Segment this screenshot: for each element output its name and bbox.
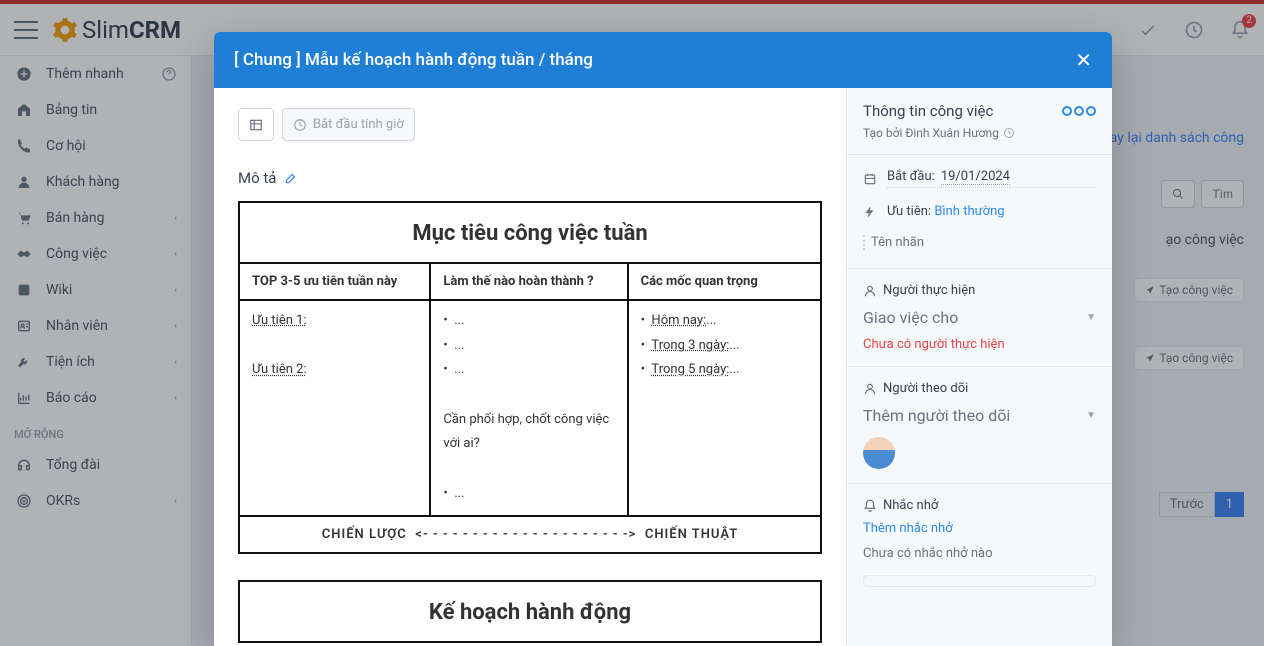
edit-icon[interactable] (284, 171, 298, 185)
add-reminder-link[interactable]: Thêm nhắc nhở (863, 521, 1096, 536)
bullet: • ... (443, 358, 614, 383)
assignee-title: Người thực hiện (863, 283, 1096, 298)
info-title: Thông tin công việc (863, 102, 993, 120)
follower-dropdown[interactable]: Thêm người theo dõi▼ (863, 404, 1096, 427)
close-icon[interactable]: ✕ (1075, 48, 1092, 72)
modal-right-panel: Thông tin công việc Tạo bởi Đinh Xuân Hư… (846, 88, 1112, 646)
coord-question: Cần phối hợp, chốt công việc với ai? (443, 408, 614, 457)
bullet: • ... (443, 334, 614, 359)
comment-box-partial[interactable] (863, 575, 1096, 587)
reminder-title: Nhắc nhở (863, 498, 1096, 513)
description-label: Mô tả (238, 169, 822, 187)
action-plan-table: Kế hoạch hành động (238, 580, 822, 643)
modal-title: [ Chung ] Mẫu kế hoạch hành động tuần / … (234, 50, 593, 70)
modal-left-panel: Bắt đầu tính giờ Mô tả Mục tiêu công việ… (214, 88, 846, 646)
avatar[interactable] (863, 437, 895, 469)
bullet: • ... (443, 309, 614, 334)
start-date-field[interactable]: Bắt đầu: 19/01/2024 (847, 161, 1112, 196)
bullet: • ... (443, 482, 614, 507)
strategy-tactics-row: CHIẾN LƯỢC <- - - - - - - - - - - - - - … (240, 517, 820, 552)
assign-dropdown[interactable]: Giao việc cho▼ (863, 306, 1096, 329)
milestone: • Trong 3 ngày:... (641, 334, 808, 359)
header-col1: TOP 3-5 ưu tiên tuần này (240, 264, 431, 299)
doc-title-2: Kế hoạch hành động (240, 582, 820, 641)
milestone: • Hôm nay:... (641, 309, 808, 334)
label-field[interactable]: Tên nhãn (847, 227, 1112, 258)
bolt-icon (863, 205, 879, 219)
no-reminder-text: Chưa có nhắc nhở nào (863, 546, 1096, 561)
modal-header: [ Chung ] Mẫu kế hoạch hành động tuần / … (214, 32, 1112, 88)
milestone: • Trong 5 ngày:... (641, 358, 808, 383)
follower-title: Người theo dõi (863, 381, 1096, 396)
start-timer-button[interactable]: Bắt đầu tính giờ (282, 108, 415, 141)
priority-1: Ưu tiên 1: (252, 309, 417, 334)
task-modal: [ Chung ] Mẫu kế hoạch hành động tuần / … (214, 32, 1112, 646)
priority-field[interactable]: Ưu tiên: Bình thường (847, 196, 1112, 227)
no-assignee-warning: Chưa có người thực hiện (863, 337, 1096, 352)
table-view-button[interactable] (238, 108, 274, 141)
priority-2: Ưu tiên 2: (252, 358, 417, 383)
weekly-goal-table: Mục tiêu công việc tuần TOP 3-5 ưu tiên … (238, 201, 822, 554)
header-col2: Làm thế nào hoàn thành ? (431, 264, 628, 299)
calendar-icon (863, 172, 879, 186)
status-circles[interactable] (1062, 106, 1096, 116)
header-col3: Các mốc quan trọng (629, 264, 820, 299)
doc-title-1: Mục tiêu công việc tuần (240, 203, 820, 264)
created-by: Tạo bởi Đinh Xuân Hương (863, 126, 1096, 140)
